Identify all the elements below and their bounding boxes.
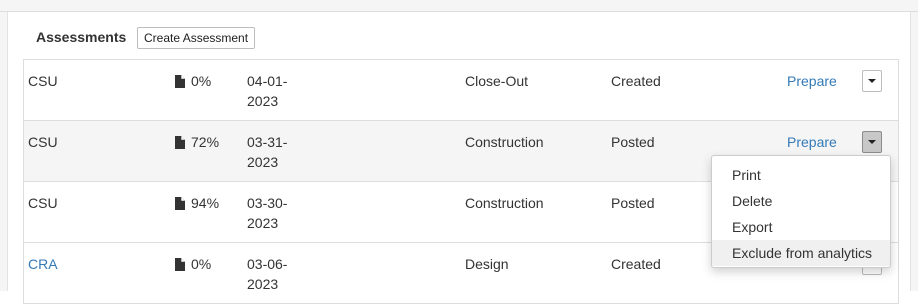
caret-down-icon — [868, 79, 876, 83]
row-actions-menu: Print Delete Export Exclude from analyti… — [711, 155, 891, 268]
file-icon — [175, 74, 185, 88]
assessment-date: 03-06-2023 — [247, 256, 288, 292]
row-actions-dropdown-button[interactable] — [862, 131, 882, 153]
prepare-link[interactable]: Prepare — [787, 71, 837, 91]
menu-item-print[interactable]: Print — [712, 162, 890, 188]
prepare-link[interactable]: Prepare — [787, 132, 837, 152]
assessment-phase: Close-Out — [465, 73, 529, 89]
progress-percent: 0% — [191, 73, 212, 89]
assessment-name: CSU — [28, 73, 58, 89]
progress-percent: 0% — [191, 256, 212, 272]
assessment-name: CSU — [28, 195, 58, 211]
menu-item-delete[interactable]: Delete — [712, 188, 890, 214]
panel-right-edge — [910, 12, 918, 291]
assessment-date: 03-31-2023 — [247, 134, 288, 170]
assessment-phase: Construction — [465, 195, 544, 211]
create-assessment-button[interactable]: Create Assessment — [137, 27, 256, 49]
assessment-status: Created — [611, 256, 661, 272]
file-icon — [175, 196, 185, 210]
file-icon — [175, 135, 185, 149]
progress-percent: 72% — [191, 134, 220, 150]
file-progress: 0% — [175, 254, 211, 274]
assessment-name: CSU — [28, 134, 58, 150]
row-actions-dropdown-button[interactable] — [862, 70, 882, 92]
assessment-phase: Design — [465, 256, 509, 272]
file-progress: 72% — [175, 132, 219, 152]
file-progress: 0% — [175, 71, 211, 91]
assessment-date: 03-30-2023 — [247, 195, 288, 231]
assessment-status: Posted — [611, 195, 655, 211]
panel-left-edge — [0, 12, 8, 291]
caret-down-icon — [868, 140, 876, 144]
menu-item-exclude-from-analytics[interactable]: Exclude from analytics — [712, 240, 890, 266]
assessment-phase: Construction — [465, 134, 544, 150]
file-progress: 94% — [175, 193, 219, 213]
top-toolbar-strip — [0, 0, 918, 12]
menu-item-export[interactable]: Export — [712, 214, 890, 240]
assessment-date: 04-01-2023 — [247, 73, 288, 109]
assessment-status: Posted — [611, 134, 655, 150]
table-row: CSU 0% 04-01-2023 Close-Out Created Prep… — [24, 60, 898, 121]
assessment-name-link[interactable]: CRA — [28, 254, 58, 274]
file-icon — [175, 257, 185, 271]
assessment-status: Created — [611, 73, 661, 89]
assessments-heading: Assessments — [36, 29, 127, 45]
progress-percent: 94% — [191, 195, 220, 211]
